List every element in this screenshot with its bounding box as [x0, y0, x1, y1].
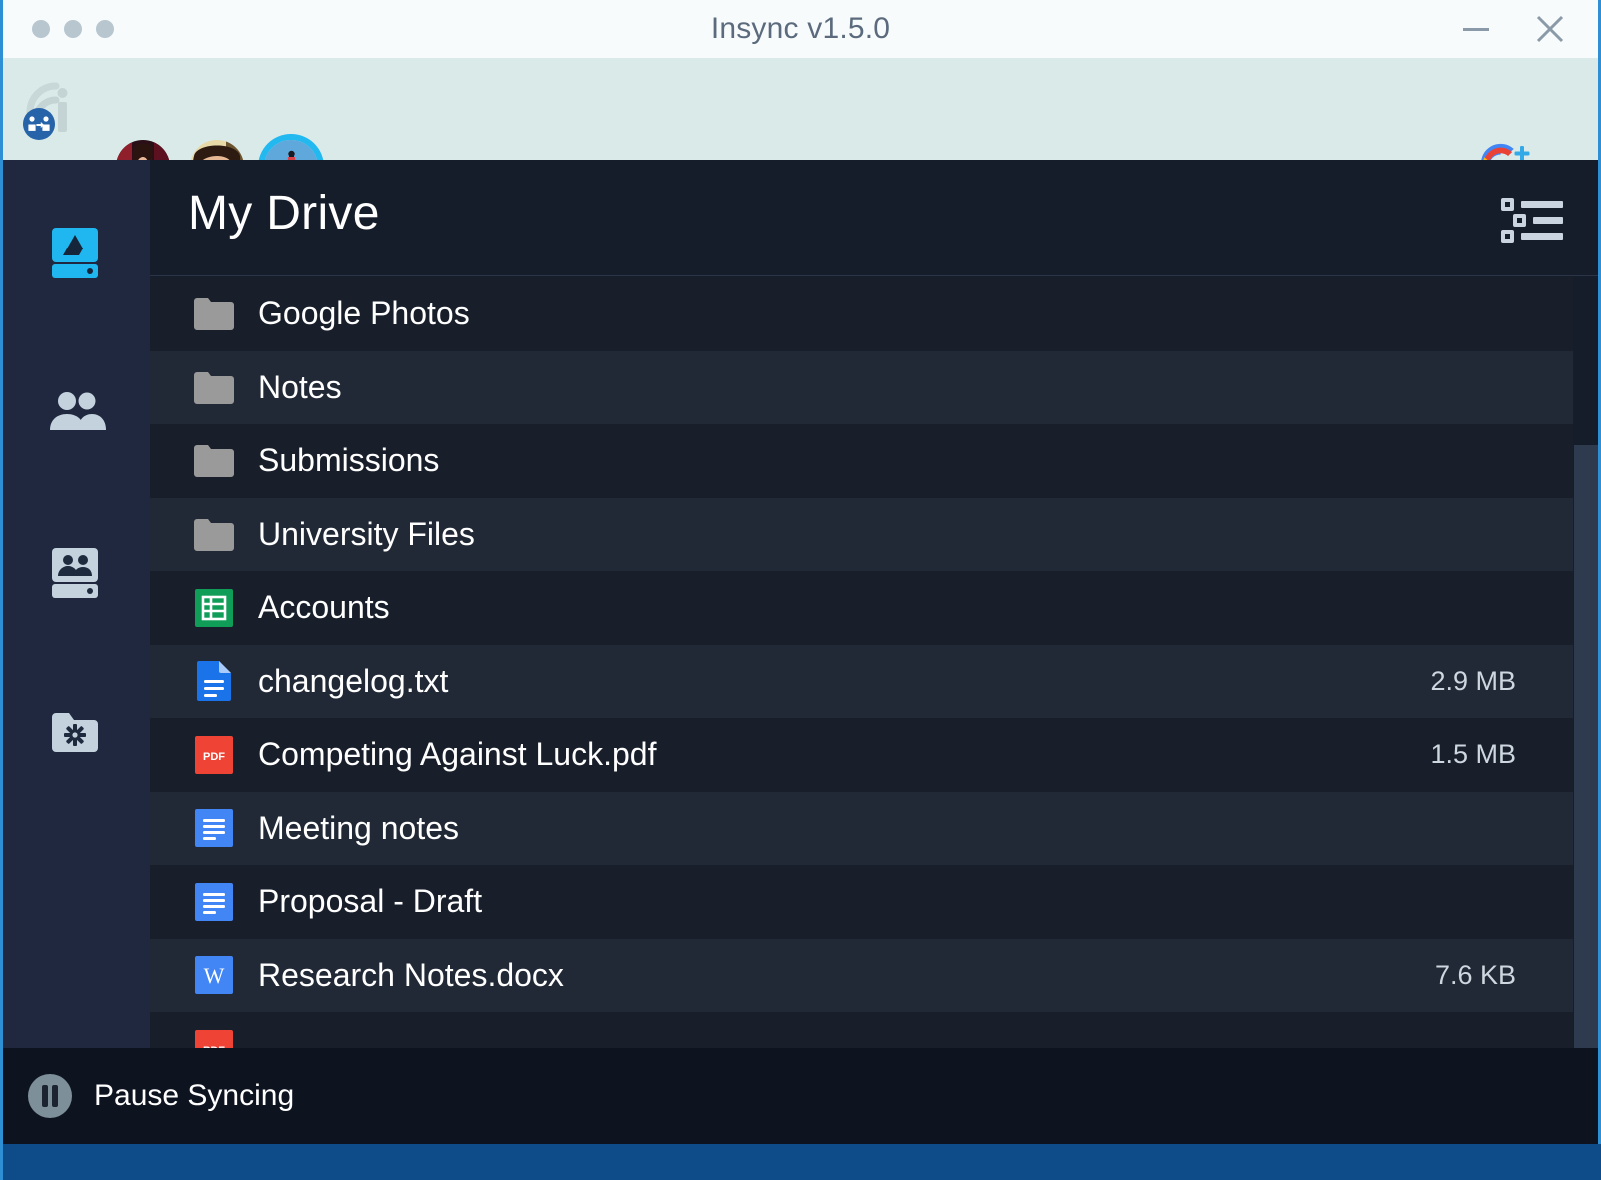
status-bar: Pause Syncing	[0, 1048, 1601, 1144]
sidebar-item-shared-with-me[interactable]	[0, 358, 150, 468]
file-name: Meeting notes	[258, 809, 460, 846]
folder-icon	[194, 441, 234, 481]
table-row[interactable]: Accounts	[150, 571, 1601, 645]
file-list-scrollbar[interactable]	[1573, 277, 1601, 1048]
google-docs-icon	[194, 882, 234, 922]
list-view-toggle-button[interactable]	[1501, 196, 1563, 244]
file-list[interactable]: Google Photos Notes Submissions Universi…	[150, 277, 1601, 1048]
svg-text:PDF: PDF	[203, 751, 225, 763]
table-row[interactable]: University Files	[150, 497, 1601, 571]
table-row[interactable]: Proposal - Draft	[150, 865, 1601, 939]
svg-text:W: W	[204, 963, 225, 988]
pause-syncing-button[interactable]: Pause Syncing	[26, 1072, 294, 1120]
page-title: My Drive	[188, 187, 380, 240]
sidebar-item-team-drives[interactable]	[0, 518, 150, 628]
file-size: 1.5 MB	[1430, 739, 1516, 770]
sidebar-item-my-drive[interactable]	[0, 198, 150, 308]
sidebar-item-selective-sync[interactable]	[0, 678, 150, 788]
minimize-icon	[1463, 27, 1489, 31]
google-docs-icon	[194, 808, 234, 848]
word-doc-icon: W	[194, 955, 234, 995]
sidebar	[0, 160, 150, 1048]
table-row[interactable]: Submissions	[150, 424, 1601, 498]
insync-logo	[23, 82, 68, 140]
window-title: Insync v1.5.0	[710, 12, 891, 45]
close-icon	[1536, 15, 1564, 43]
pause-circle-icon	[28, 1074, 72, 1118]
main-content: My Drive Google Photos Notes Submissions…	[150, 160, 1601, 1048]
table-row[interactable]: Meeting notes	[150, 791, 1601, 865]
file-name: Accounts	[258, 589, 390, 626]
folder-icon	[194, 294, 234, 334]
folder-icon	[194, 514, 234, 554]
content-header: My Drive	[150, 160, 1601, 276]
file-size: 7.6 KB	[1434, 959, 1516, 990]
insync-window: Insync v1.5.0 My Drive Google Photos Not…	[0, 0, 1601, 1180]
file-size: 2.9 MB	[1430, 665, 1516, 696]
text-file-icon	[194, 661, 234, 702]
team-drive-icon	[52, 548, 98, 598]
pause-syncing-label: Pause Syncing	[94, 1079, 295, 1112]
file-name: Proposal - Draft	[258, 883, 483, 920]
file-name: changelog.txt	[258, 662, 449, 699]
pdf-icon: PDF	[194, 735, 234, 775]
list-view-icon	[1501, 198, 1563, 243]
folder-icon	[194, 367, 234, 407]
file-name: University Files	[258, 515, 475, 552]
table-row[interactable]: W Research Notes.docx 7.6 KB	[150, 938, 1601, 1012]
file-name: Research Notes.docx	[258, 956, 564, 993]
os-taskbar	[0, 1144, 1601, 1180]
window-border-left	[0, 0, 3, 1180]
file-name: Competing Against Luck.pdf	[258, 736, 657, 773]
minimize-button[interactable]	[1447, 0, 1505, 58]
title-bar: Insync v1.5.0	[0, 0, 1601, 58]
google-drive-icon	[52, 228, 98, 278]
close-button[interactable]	[1521, 0, 1579, 58]
table-row[interactable]: PDF Competing Against Luck.pdf 1.5 MB	[150, 718, 1601, 792]
table-row[interactable]: Notes	[150, 350, 1601, 424]
pdf-icon: PDF	[194, 1029, 234, 1048]
people-icon	[50, 392, 106, 430]
google-sheets-icon	[194, 588, 234, 628]
table-row[interactable]: PDF	[150, 1012, 1601, 1048]
account-bar	[0, 58, 1601, 194]
table-row[interactable]: Google Photos	[150, 277, 1601, 351]
file-name: Google Photos	[258, 295, 470, 332]
scrollbar-thumb[interactable]	[1574, 445, 1600, 1048]
table-row[interactable]: changelog.txt 2.9 MB	[150, 644, 1601, 718]
folder-gear-icon	[52, 713, 98, 752]
file-name: Submissions	[258, 442, 440, 479]
file-name: Notes	[258, 368, 342, 405]
